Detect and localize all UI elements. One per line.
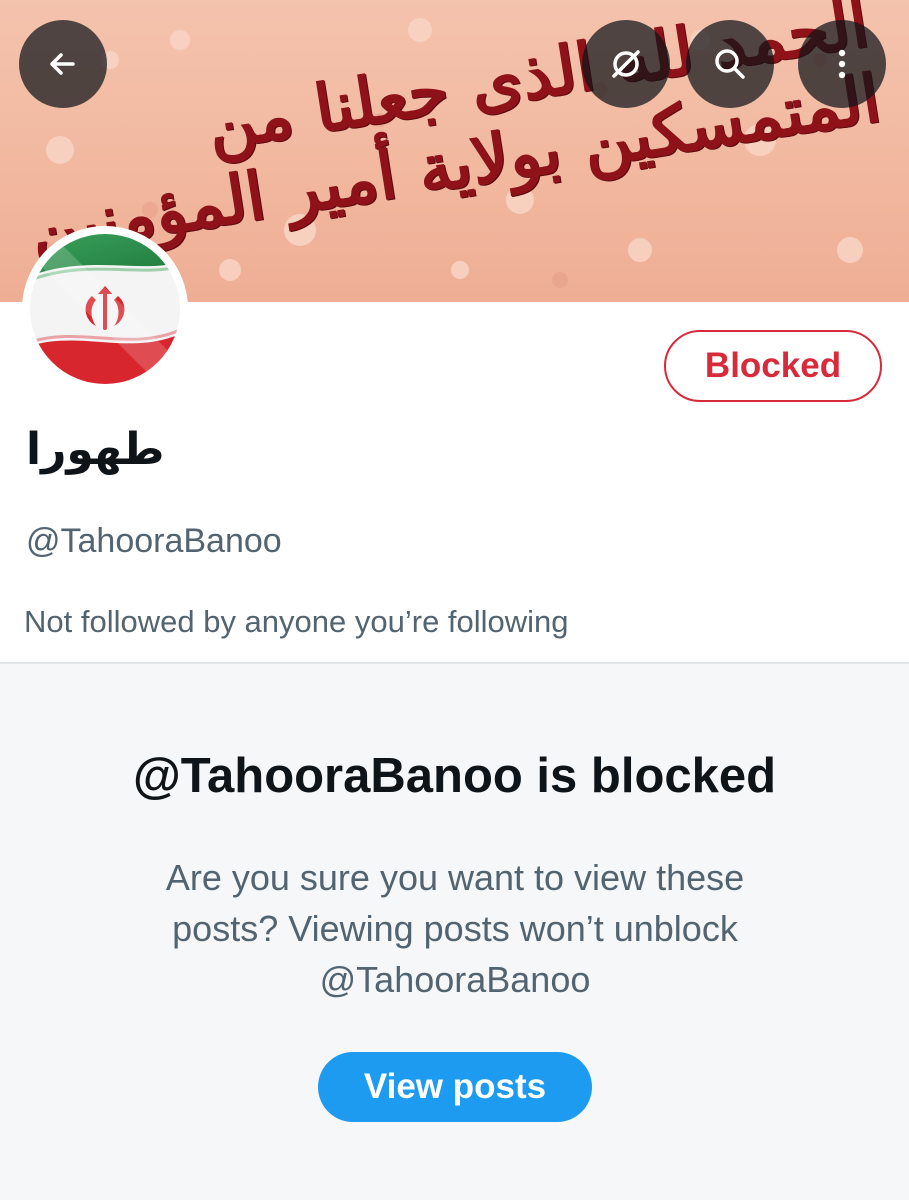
- view-posts-button[interactable]: View posts: [318, 1052, 592, 1122]
- back-arrow-icon: [50, 53, 75, 75]
- user-handle: @TahooraBanoo: [26, 522, 282, 560]
- blocked-button[interactable]: Blocked: [664, 330, 882, 402]
- search-icon: [715, 49, 745, 79]
- search-button[interactable]: [686, 20, 774, 108]
- iran-flag-avatar: [30, 234, 180, 384]
- grok-button[interactable]: [582, 20, 670, 108]
- blocked-notice-title: @TahooraBanoo is blocked: [132, 749, 777, 803]
- display-name: طهورا: [26, 424, 165, 475]
- back-button[interactable]: [19, 20, 107, 108]
- followed-by-text: Not followed by anyone you’re following: [24, 604, 569, 639]
- more-options-button[interactable]: [798, 20, 886, 108]
- avatar[interactable]: [22, 226, 188, 392]
- more-vertical-icon: [838, 49, 846, 79]
- blocked-notice-description: Are you sure you want to view these post…: [165, 857, 745, 1000]
- grok-icon: [612, 50, 640, 78]
